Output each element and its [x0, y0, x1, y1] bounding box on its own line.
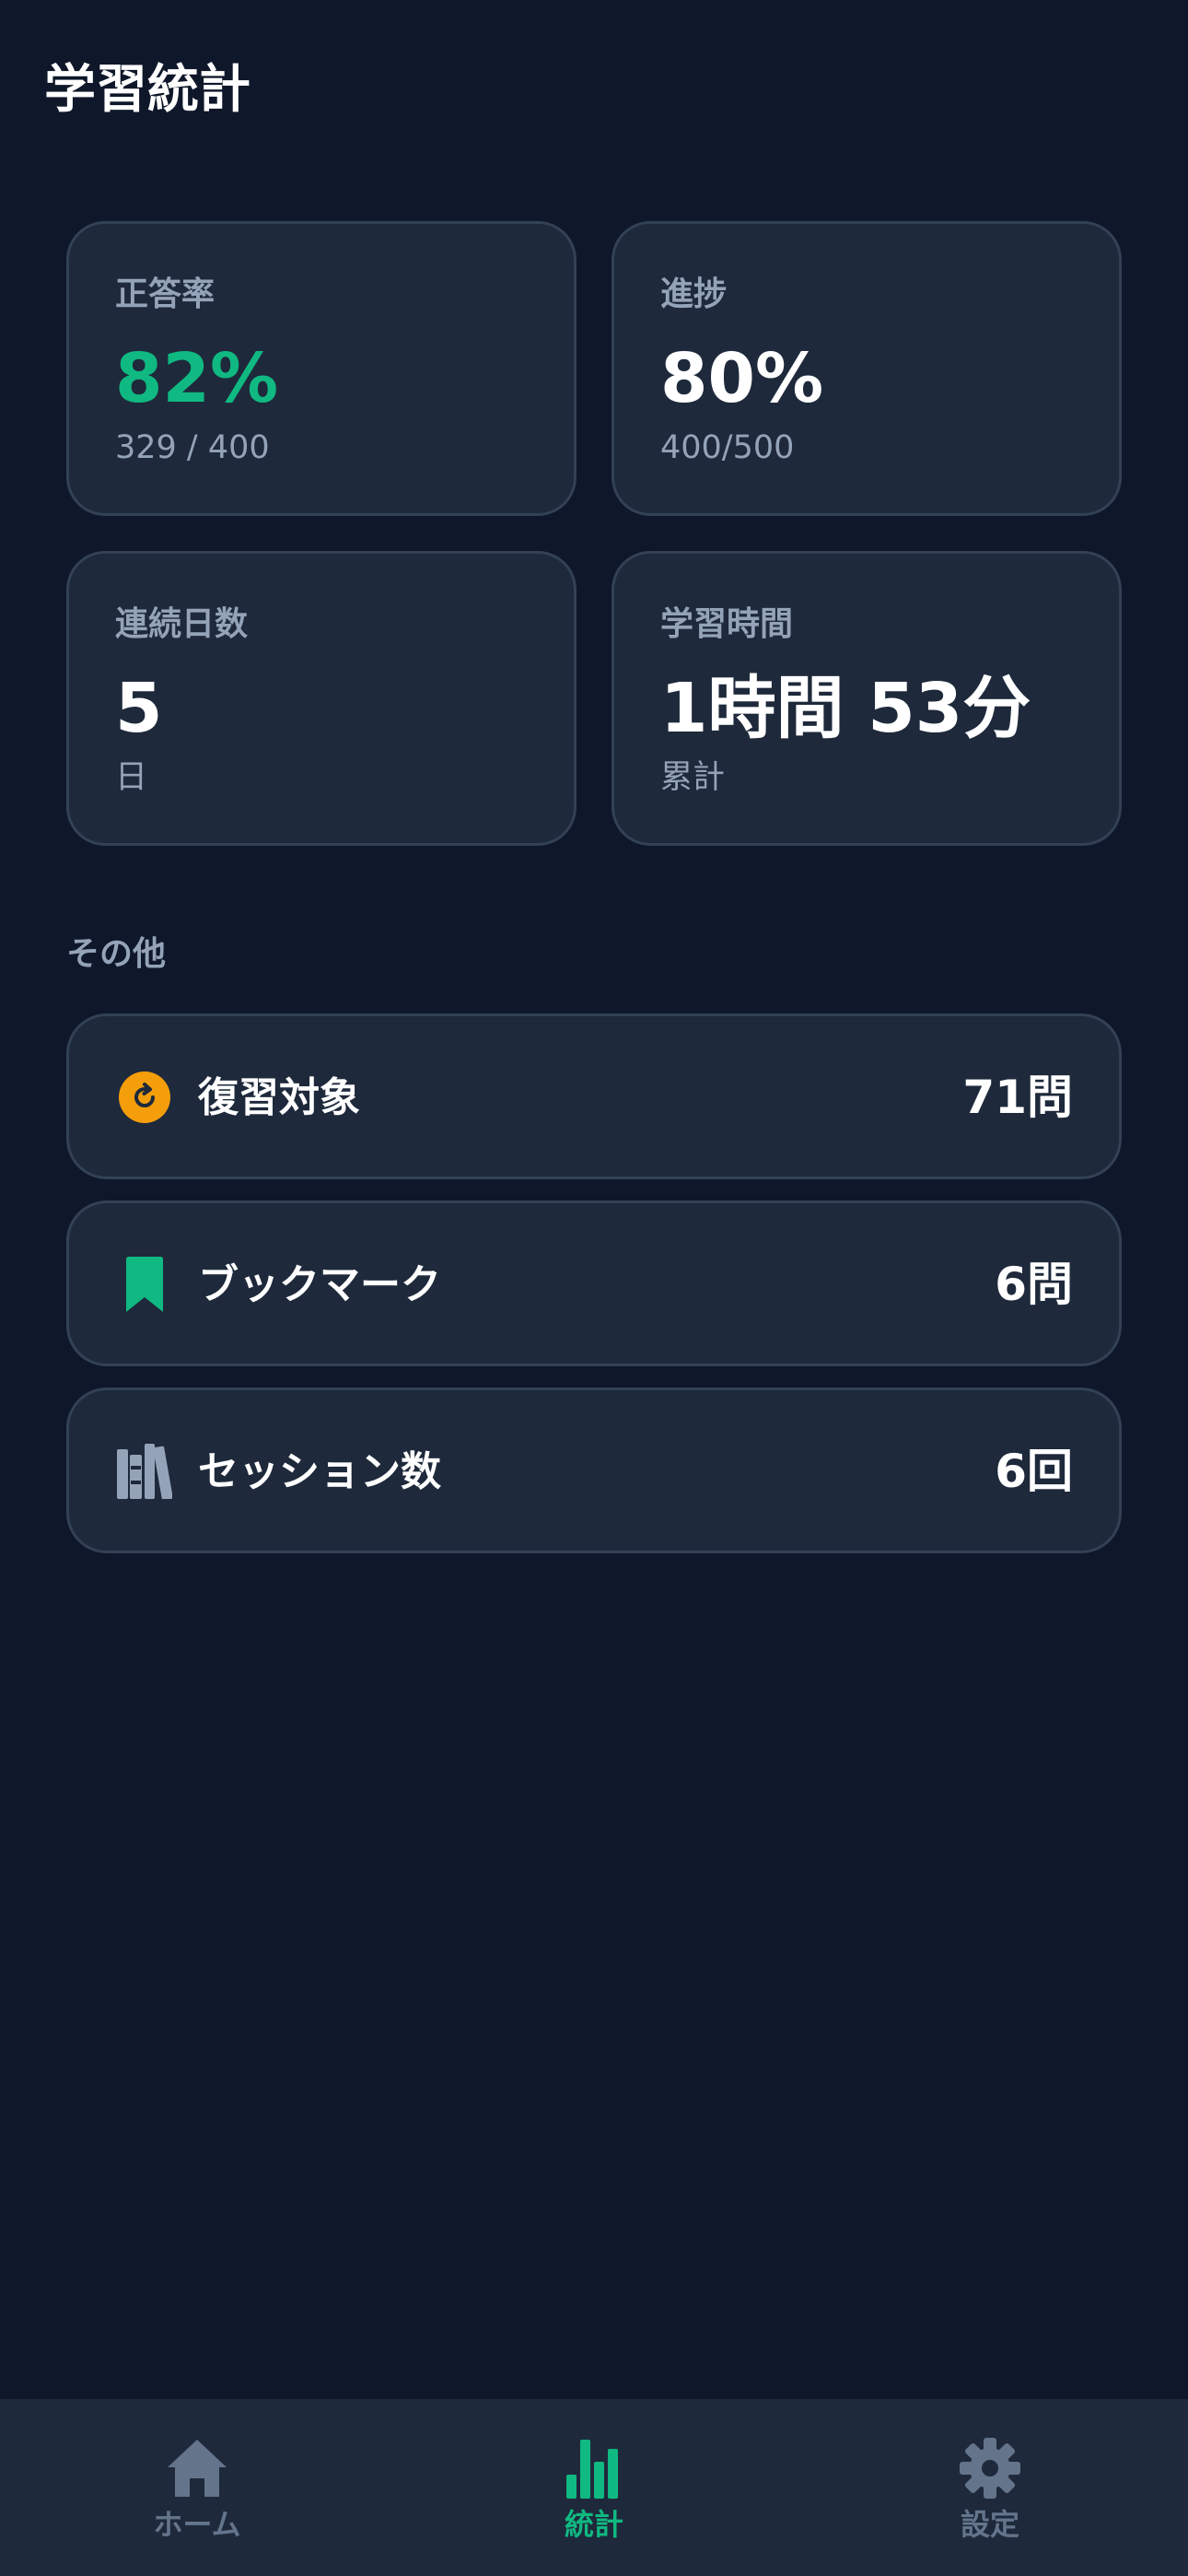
section-label-other: その他: [66, 935, 167, 973]
books-icon: [117, 1444, 172, 1499]
stat-value: 1時間 53分: [660, 669, 1031, 748]
home-icon: [168, 2440, 227, 2497]
stat-card-streak: 連続日数 5 日: [66, 551, 577, 846]
row-label: セッション数: [198, 1448, 441, 1495]
row-review[interactable]: 復習対象 71問: [66, 1013, 1122, 1179]
row-value: 6問: [995, 1258, 1073, 1311]
tab-stats[interactable]: 統計: [456, 2436, 732, 2565]
stat-value: 80%: [660, 339, 824, 418]
review-icon: [119, 1071, 170, 1123]
stat-sub: 329 / 400: [115, 429, 270, 466]
tab-label: ホーム: [153, 2507, 241, 2542]
stat-card-accuracy: 正答率 82% 329 / 400: [66, 221, 577, 516]
stat-value: 82%: [115, 339, 279, 418]
stat-card-study-time: 学習時間 1時間 53分 累計: [611, 551, 1122, 846]
stat-label: 学習時間: [660, 605, 794, 643]
stats-screen: 学習統計 正答率 82% 329 / 400 進捗 80% 400/500 連続…: [0, 0, 1188, 2576]
stat-sub: 400/500: [660, 429, 795, 466]
bar-chart-icon: [566, 2440, 618, 2499]
tab-bar: ホーム 統計 設定: [0, 2399, 1188, 2576]
stat-sub: 日: [115, 759, 148, 796]
page-title: 学習統計: [44, 60, 250, 120]
tab-home[interactable]: ホーム: [59, 2436, 335, 2565]
stat-value: 5: [115, 669, 163, 748]
tab-label: 統計: [564, 2507, 623, 2542]
row-label: ブックマーク: [198, 1261, 441, 1308]
stat-label: 進捗: [660, 275, 728, 313]
gear-icon: [960, 2438, 1020, 2499]
row-sessions[interactable]: セッション数 6回: [66, 1388, 1122, 1553]
stat-sub: 累計: [660, 759, 726, 796]
row-label: 復習対象: [198, 1074, 360, 1121]
stat-card-progress: 進捗 80% 400/500: [611, 221, 1122, 516]
bookmark-icon: [126, 1257, 163, 1312]
row-bookmark[interactable]: ブックマーク 6問: [66, 1200, 1122, 1366]
tab-label: 設定: [960, 2507, 1019, 2542]
row-value: 6回: [995, 1445, 1073, 1498]
stat-label: 連続日数: [115, 605, 249, 643]
tab-settings[interactable]: 設定: [852, 2436, 1128, 2565]
row-value: 71問: [962, 1071, 1073, 1124]
stat-label: 正答率: [115, 275, 215, 313]
